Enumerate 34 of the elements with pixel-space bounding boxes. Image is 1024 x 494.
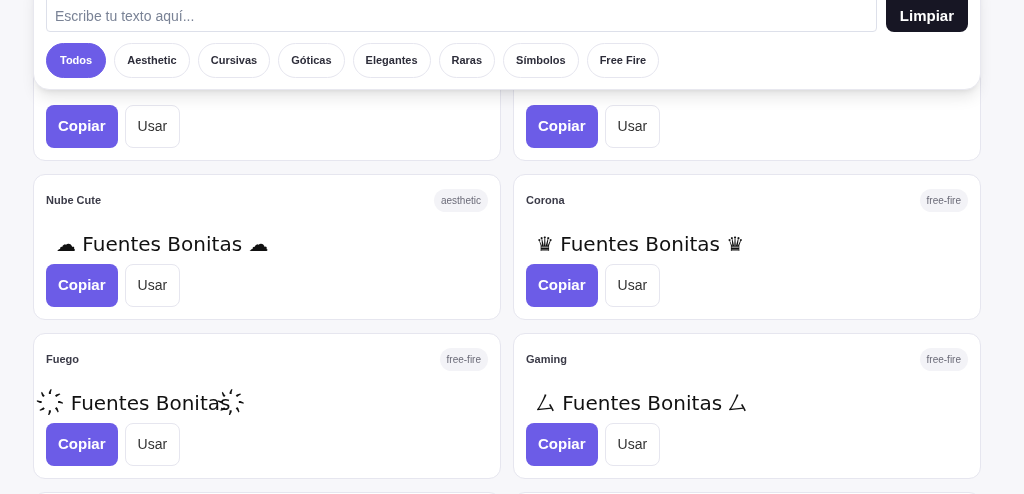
copy-button[interactable]: Copiar <box>46 423 118 466</box>
filter-chip[interactable]: Raras <box>438 43 496 78</box>
card-title: Nube Cute <box>46 192 101 208</box>
card-title: Fuego <box>46 351 79 367</box>
copy-button[interactable]: Copiar <box>526 105 598 148</box>
use-button[interactable]: Usar <box>124 264 181 307</box>
font-preview: ♛ Fuentes Bonitas ♛ <box>535 231 746 258</box>
filter-chip[interactable]: Símbolos <box>503 43 579 78</box>
category-tag: aesthetic <box>433 188 488 212</box>
use-button[interactable]: Usar <box>604 423 661 466</box>
card-title: Corona <box>526 192 565 208</box>
use-button[interactable]: Usar <box>604 105 661 148</box>
text-input-field[interactable]: Escribe tu texto aquí... <box>46 0 877 32</box>
filter-chip[interactable]: Free Fire <box>586 43 660 78</box>
use-button[interactable]: Usar <box>124 423 181 466</box>
use-button[interactable]: Usar <box>604 264 661 307</box>
card-title: Gaming <box>526 351 567 367</box>
font-preview: ☁ Fuentes Bonitas ☁ <box>55 231 270 258</box>
filter-chip[interactable]: Todos <box>46 43 107 78</box>
font-preview: 厶 Fuentes Bonitas 厶 <box>535 390 750 417</box>
filter-chip[interactable]: Elegantes <box>352 43 431 78</box>
font-preview: ҉ Fuentes Bonitas ҉ <box>30 384 258 422</box>
copy-button[interactable]: Copiar <box>46 105 118 148</box>
copy-button[interactable]: Copiar <box>46 264 118 307</box>
copy-button[interactable]: Copiar <box>526 264 598 307</box>
filter-chip[interactable]: Góticas <box>278 43 345 78</box>
category-tag: free-fire <box>919 188 968 212</box>
use-button[interactable]: Usar <box>124 105 181 148</box>
category-tag: free-fire <box>439 347 488 371</box>
filter-chip[interactable]: Aesthetic <box>114 43 190 78</box>
copy-button[interactable]: Copiar <box>526 423 598 466</box>
clear-button[interactable]: Limpiar <box>885 0 968 32</box>
category-tag: free-fire <box>919 347 968 371</box>
filter-chip[interactable]: Cursivas <box>197 43 271 78</box>
